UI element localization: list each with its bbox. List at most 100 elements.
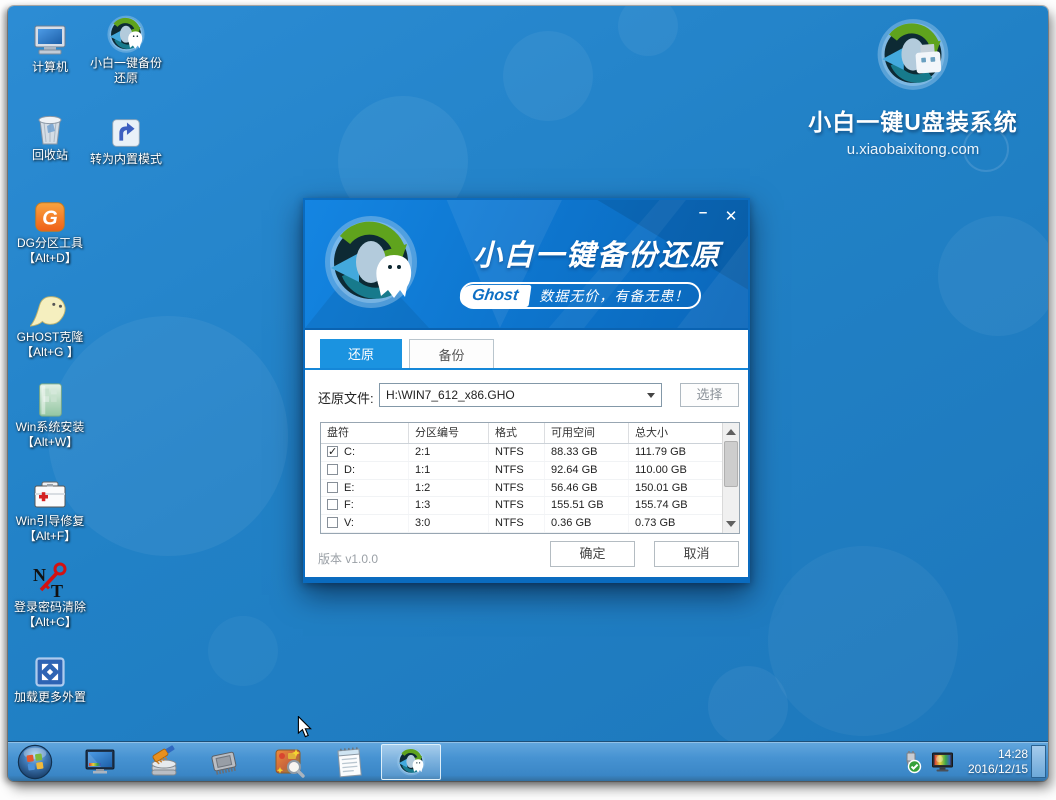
icon-label: Win系统安装 (16, 420, 85, 435)
total-size: 150.01 GB (629, 480, 723, 497)
scroll-down-icon[interactable] (726, 521, 736, 527)
show-desktop-button[interactable] (1031, 745, 1046, 778)
first-aid-kit-icon (30, 472, 70, 514)
close-icon[interactable]: ✕ (722, 208, 740, 226)
dialog-banner: 小白一键备份还原 Ghost 数据无价，有备无患！ – ✕ (305, 200, 748, 330)
icon-label: Win引导修复 (16, 514, 85, 529)
disk-cleanup-icon[interactable] (144, 745, 184, 779)
free-space: 155.51 GB (545, 497, 629, 514)
row-checkbox[interactable] (327, 482, 338, 493)
table-row[interactable]: D: 1:1 NTFS 92.64 GB 110.00 GB (321, 462, 739, 480)
tab-backup[interactable]: 备份 (409, 339, 494, 368)
svg-text:N: N (33, 565, 46, 585)
desktop-icon-boot-repair[interactable]: Win引导修复 【Alt+F】 (8, 472, 92, 544)
cancel-button[interactable]: 取消 (654, 541, 739, 567)
xiaobai-backup-app-icon (395, 746, 427, 778)
desktop-icon-dg-partition[interactable]: G DG分区工具 【Alt+D】 (8, 194, 92, 266)
brand-url: u.xiaobaixitong.com (778, 141, 1048, 158)
desktop-icon-load-more[interactable]: 加载更多外置 (8, 648, 92, 705)
table-row[interactable]: C: 2:1 NTFS 88.33 GB 111.79 GB (321, 444, 739, 462)
total-size: 111.79 GB (629, 444, 723, 461)
column-header: 格式 (489, 423, 545, 443)
desktop-icon-password-clear[interactable]: N T 登录密码清除 【Alt+C】 (8, 558, 92, 630)
row-checkbox[interactable] (327, 517, 338, 528)
dialog-title: 小白一键备份还原 (473, 232, 721, 274)
usb-safely-remove-icon[interactable] (899, 750, 923, 774)
fs-format: NTFS (489, 497, 545, 514)
icon-label: 【Alt+F】 (24, 529, 76, 544)
choose-button[interactable]: 选择 (680, 383, 739, 407)
icon-label: 【Alt+W】 (22, 435, 78, 450)
image-tool-icon[interactable] (269, 745, 309, 779)
icon-label: 【Alt+G 】 (21, 345, 79, 360)
dg-icon: G (31, 194, 69, 236)
memory-chip-icon[interactable] (204, 745, 244, 779)
desktop-icon-xiaobai-backup-restore[interactable]: 小白一键备份 还原 (84, 14, 168, 86)
tab-restore[interactable]: 还原 (320, 339, 402, 368)
ghost-badge: Ghost 数据无价，有备无患！ (460, 282, 701, 309)
icon-label: 回收站 (32, 148, 68, 163)
partition-id: 1:3 (409, 497, 489, 514)
partition-id: 1:1 (409, 462, 489, 479)
partition-table: 盘符 分区编号 格式 可用空间 总大小 C: 2:1 NTFS 88.33 GB… (320, 422, 740, 534)
ok-button[interactable]: 确定 (550, 541, 635, 567)
free-space: 0.36 GB (545, 515, 629, 532)
drive-letter: D: (344, 464, 355, 476)
desktop-icon-builtin-mode[interactable]: 转为内置模式 (84, 110, 168, 167)
total-size: 110.00 GB (629, 462, 723, 479)
desktop-icon-ghost-clone[interactable]: GHOST克隆 【Alt+G 】 (8, 288, 92, 360)
svg-text:G: G (42, 208, 58, 230)
total-size: 155.74 GB (629, 497, 723, 514)
table-row[interactable]: V: 3:0 NTFS 0.36 GB 0.73 GB (321, 515, 739, 533)
backup-restore-dialog: 小白一键备份还原 Ghost 数据无价，有备无患！ – ✕ 还原 备份 还原文件… (303, 198, 750, 583)
row-checkbox[interactable] (327, 464, 338, 475)
display-capture-icon[interactable] (80, 745, 120, 779)
chevron-down-icon (647, 393, 655, 398)
start-button[interactable] (16, 743, 54, 781)
ghost-slogan: 数据无价，有备无患！ (530, 286, 689, 306)
partition-id: 2:1 (409, 444, 489, 461)
desktop-icon-recycle-bin[interactable]: 回收站 (8, 106, 92, 163)
icon-label: 登录密码清除 (14, 600, 86, 615)
ghost-icon (30, 288, 70, 330)
desktop-icon-win-install[interactable]: Win系统安装 【Alt+W】 (8, 378, 92, 450)
expand-arrows-icon (32, 648, 68, 690)
desktop-icon-computer[interactable]: 计算机 (8, 18, 92, 75)
tab-label: 备份 (438, 345, 464, 364)
drive-letter: F: (344, 499, 354, 511)
taskbar-active-app-xiaobai[interactable] (381, 744, 441, 780)
backup-restore-arrows-icon (105, 14, 147, 56)
table-row[interactable]: F: 1:3 NTFS 155.51 GB 155.74 GB (321, 497, 739, 515)
display-color-icon[interactable] (930, 750, 955, 774)
version-label: 版本 v1.0.0 (318, 550, 378, 567)
table-scrollbar[interactable] (722, 423, 739, 533)
drive-letter: E: (344, 482, 354, 494)
tray-clock[interactable]: 14:28 2016/12/15 (968, 747, 1028, 777)
shortcut-arrow-icon (107, 110, 145, 152)
tray-date: 2016/12/15 (968, 762, 1028, 777)
fs-format: NTFS (489, 480, 545, 497)
icon-label: 转为内置模式 (90, 152, 162, 167)
tab-strip: 还原 备份 (305, 330, 748, 370)
fs-format: NTFS (489, 444, 545, 461)
scrollbar-thumb[interactable] (724, 441, 738, 487)
notepad-icon[interactable] (329, 745, 369, 779)
table-header-row: 盘符 分区编号 格式 可用空间 总大小 (321, 423, 739, 444)
desktop: 计算机 小白一键备份 还原 回收站 转为内置模式 (8, 6, 1048, 781)
free-space: 92.64 GB (545, 462, 629, 479)
icon-label: 【Alt+D】 (23, 251, 77, 266)
scroll-up-icon[interactable] (726, 429, 736, 435)
drive-letter: C: (344, 446, 355, 458)
dialog-body: 还原文件: H:\WIN7_612_x86.GHO 选择 盘符 分区编号 格式 … (305, 370, 748, 577)
partition-id: 1:2 (409, 480, 489, 497)
icon-label: 【Alt+C】 (23, 615, 77, 630)
tray-time: 14:28 (968, 747, 1028, 762)
row-checkbox[interactable] (327, 499, 338, 510)
restore-file-combobox[interactable]: H:\WIN7_612_x86.GHO (379, 383, 662, 407)
row-checkbox[interactable] (327, 446, 338, 457)
column-header: 分区编号 (409, 423, 489, 443)
table-row[interactable]: E: 1:2 NTFS 56.46 GB 150.01 GB (321, 480, 739, 498)
usb-arrows-logo-icon (873, 16, 953, 96)
svg-text:T: T (51, 581, 63, 600)
minimize-button[interactable]: – (694, 208, 712, 226)
